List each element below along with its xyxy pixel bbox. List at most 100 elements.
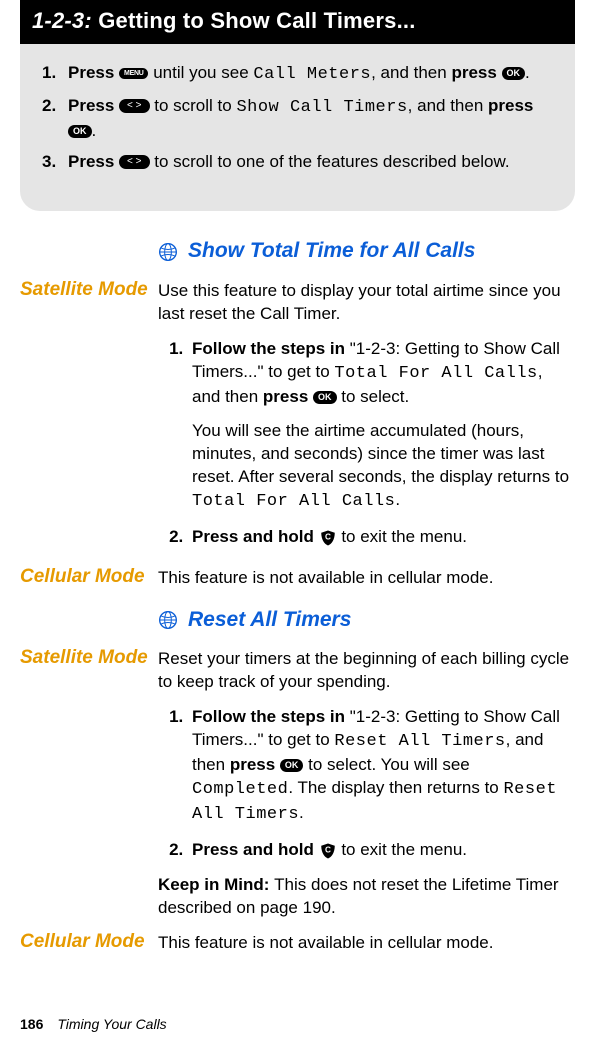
numbered-list: Follow the steps in "1-2-3: Getting to S… (158, 706, 575, 862)
box-title: 1-2-3: Getting to Show Call Timers... (20, 0, 575, 44)
instruction-box: 1-2-3: Getting to Show Call Timers... 1.… (20, 0, 575, 211)
page-content: Show Total Time for All Calls Satellite … (0, 211, 595, 954)
text: . (395, 490, 400, 509)
main-col: Use this feature to display your total a… (158, 280, 575, 561)
side-gutter: Satellite Mode (20, 648, 158, 919)
mode-label: Satellite Mode (20, 280, 152, 300)
text: to exit the menu. (337, 840, 467, 859)
mode-label: Satellite Mode (20, 648, 152, 668)
text: until you see (148, 63, 253, 82)
paragraph: This feature is not available in cellula… (158, 567, 575, 590)
text: Press (68, 63, 119, 82)
side-gutter (20, 237, 158, 273)
page-footer: 186 Timing Your Calls (20, 1015, 167, 1034)
main-col: Reset All Timers (158, 606, 575, 642)
row: Show Total Time for All Calls (20, 237, 575, 273)
text: Press (68, 152, 119, 171)
svg-text:C: C (325, 532, 331, 541)
box-step: 3. Press < > to scroll to one of the fea… (42, 151, 553, 174)
list-item: Follow the steps in "1-2-3: Getting to S… (188, 338, 575, 515)
step-text: Press < > to scroll to one of the featur… (68, 151, 553, 174)
menu-key-icon: MENU (119, 68, 148, 79)
main-col: This feature is not available in cellula… (158, 567, 575, 590)
section-heading: Reset All Timers (158, 606, 575, 634)
c-key-icon: C (319, 529, 337, 547)
section-heading: Show Total Time for All Calls (158, 237, 575, 265)
lcd-text: Show Call Timers (236, 98, 407, 117)
row: Cellular Mode This feature is not availa… (20, 932, 575, 955)
text: Follow the steps in (192, 707, 350, 726)
text: . The display then returns to (288, 778, 503, 797)
ok-key-icon: OK (502, 67, 526, 80)
step-text: Press < > to scroll to Show Call Timers,… (68, 95, 553, 143)
text: to select. You will see (303, 755, 469, 774)
list-item: Press and hold C to exit the menu. (188, 526, 575, 549)
side-gutter: Cellular Mode (20, 567, 158, 590)
main-col: Show Total Time for All Calls (158, 237, 575, 273)
step-text: Press MENU until you see Call Meters, an… (68, 62, 553, 87)
paragraph: This feature is not available in cellula… (158, 932, 575, 955)
main-col: This feature is not available in cellula… (158, 932, 575, 955)
globe-icon (158, 610, 178, 630)
step-number: 1. (42, 62, 68, 87)
text: to select. (337, 387, 410, 406)
lcd-text: Call Meters (253, 65, 371, 84)
list-item: Follow the steps in "1-2-3: Getting to S… (188, 706, 575, 827)
ok-key-icon: OK (313, 391, 337, 404)
page-number: 186 (20, 1016, 43, 1032)
ok-key-icon: OK (68, 125, 92, 138)
ok-key-icon: OK (280, 759, 304, 772)
text: , and then (408, 96, 488, 115)
text: , and then (371, 63, 451, 82)
paragraph: Use this feature to display your total a… (158, 280, 575, 326)
row: Satellite Mode Reset your timers at the … (20, 648, 575, 919)
side-gutter: Satellite Mode (20, 280, 158, 561)
box-steps: 1. Press MENU until you see Call Meters,… (20, 44, 575, 174)
text: press (451, 63, 501, 82)
lcd-text: Reset All Timers (334, 732, 505, 751)
text: . (92, 121, 97, 140)
text: Keep in Mind: (158, 875, 274, 894)
globe-icon (158, 242, 178, 262)
numbered-list: Follow the steps in "1-2-3: Getting to S… (158, 338, 575, 550)
box-step: 1. Press MENU until you see Call Meters,… (42, 62, 553, 87)
side-gutter: Cellular Mode (20, 932, 158, 955)
box-step: 2. Press < > to scroll to Show Call Time… (42, 95, 553, 143)
text: Press (68, 96, 119, 115)
step-number: 2. (42, 95, 68, 143)
text: to exit the menu. (337, 527, 467, 546)
heading-text: Reset All Timers (188, 606, 351, 634)
c-key-icon: C (319, 842, 337, 860)
list-item: Press and hold C to exit the menu. (188, 839, 575, 862)
title-rest: Getting to Show Call Timers... (98, 8, 415, 33)
text: to scroll to one of the features describ… (150, 152, 510, 171)
paragraph: Reset your timers at the beginning of ea… (158, 648, 575, 694)
mode-label: Cellular Mode (20, 932, 152, 952)
section-name: Timing Your Calls (57, 1016, 166, 1032)
scroll-key-icon: < > (119, 99, 149, 113)
text: . (299, 803, 304, 822)
text: press (263, 387, 313, 406)
lcd-text: Completed (192, 780, 288, 799)
text: . (525, 63, 530, 82)
row: Reset All Timers (20, 606, 575, 642)
title-prefix: 1-2-3: (32, 8, 92, 33)
side-gutter (20, 606, 158, 642)
scroll-key-icon: < > (119, 155, 149, 169)
text: press (488, 96, 533, 115)
main-col: Reset your timers at the beginning of ea… (158, 648, 575, 919)
lcd-text: Total For All Calls (334, 364, 537, 383)
text: Press and hold (192, 840, 319, 859)
text: to scroll to (150, 96, 237, 115)
svg-text:C: C (325, 845, 331, 854)
step-number: 3. (42, 151, 68, 174)
text: Follow the steps in (192, 339, 350, 358)
lcd-text: Total For All Calls (192, 492, 395, 511)
mode-label: Cellular Mode (20, 567, 152, 587)
row: Cellular Mode This feature is not availa… (20, 567, 575, 590)
text: You will see the airtime accumulated (ho… (192, 421, 569, 486)
keep-in-mind: Keep in Mind: This does not reset the Li… (158, 874, 575, 920)
row: Satellite Mode Use this feature to displ… (20, 280, 575, 561)
text: press (230, 755, 280, 774)
heading-text: Show Total Time for All Calls (188, 237, 475, 265)
